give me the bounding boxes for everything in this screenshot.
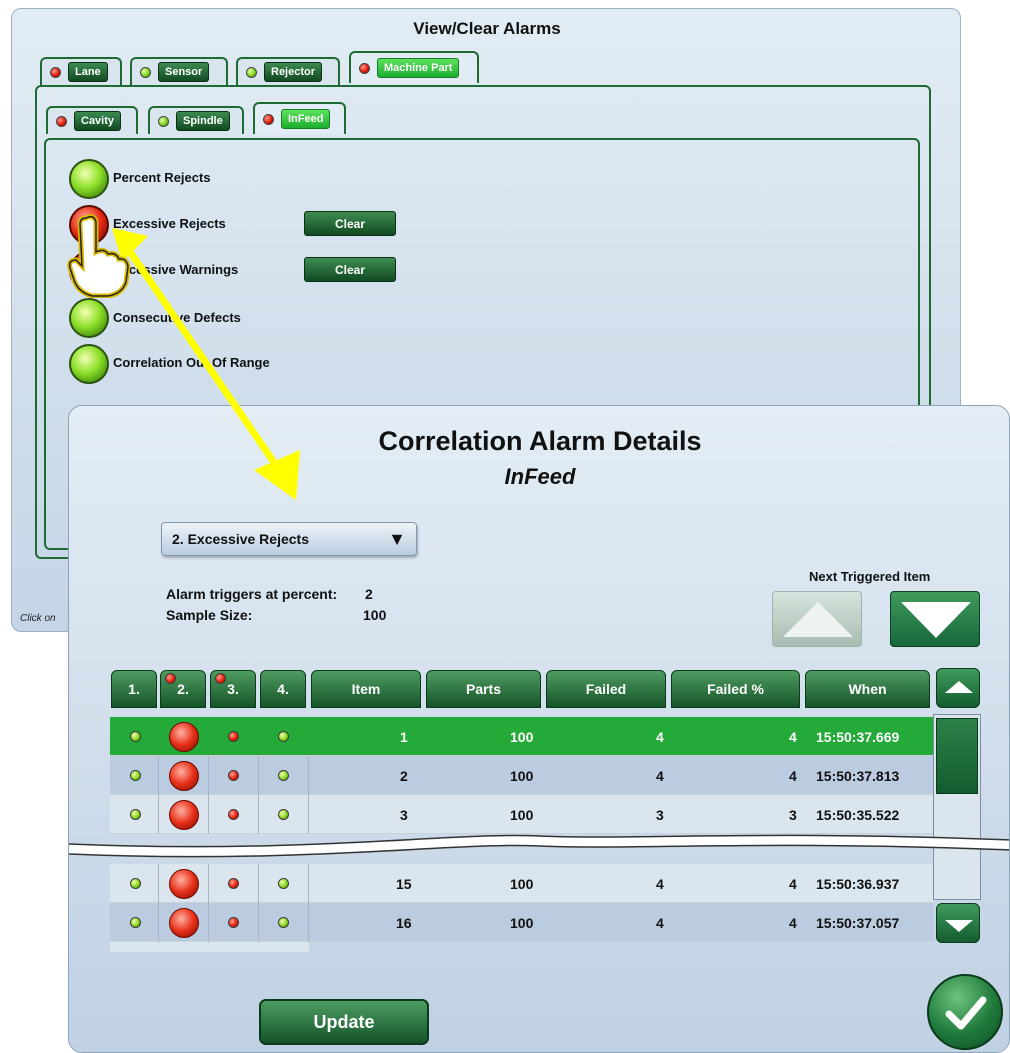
pointing-hand-cursor-icon: [67, 214, 131, 298]
arrow-annotation-icon: [112, 228, 300, 500]
